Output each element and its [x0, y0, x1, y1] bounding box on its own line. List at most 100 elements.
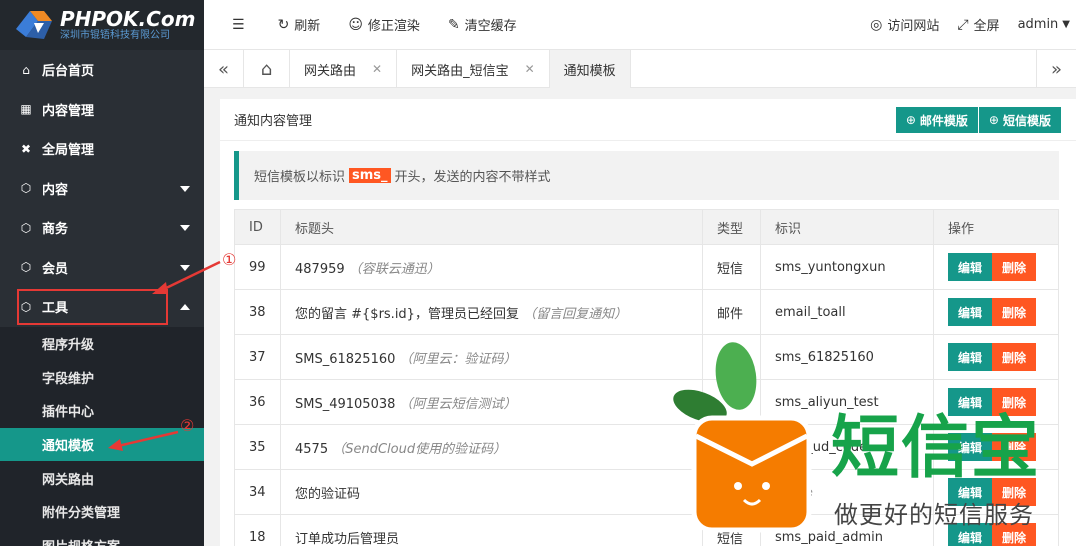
- title-note: （阿里云：验证码）: [399, 351, 517, 367]
- edit-button[interactable]: 编辑: [948, 388, 993, 416]
- delete-button[interactable]: 删除: [992, 388, 1037, 416]
- cell-id: 34: [234, 469, 281, 515]
- sidebar-item-business[interactable]: ⬡ 商务: [0, 208, 204, 248]
- sidebar-subitem-upgrade[interactable]: 程序升级: [0, 327, 204, 361]
- close-icon[interactable]: ✕: [372, 62, 382, 76]
- sidebar: PHPOK.Com 深圳市锟铻科技有限公司 ⌂ 后台首页 ▦ 内容管理 ✖ 全局…: [0, 0, 204, 546]
- title-note: （容联云通迅）: [348, 261, 440, 277]
- cell-type: 短信: [702, 514, 761, 546]
- refresh-icon: ↻: [277, 16, 290, 33]
- table-header-row: ID 标题头 类型 标识 操作: [234, 209, 1059, 245]
- logo-title: PHPOK.Com: [60, 6, 196, 31]
- cell-actions: 编辑 删除: [933, 469, 1059, 515]
- cell-type: [702, 469, 761, 515]
- grid-icon: ▦: [20, 102, 32, 117]
- tools-icon: ✖: [20, 141, 32, 156]
- sidebar-item-tools[interactable]: ⬡ 工具: [0, 287, 204, 327]
- info-tip: 短信模板以标识 sms_ 开头，发送的内容不带样式: [234, 151, 1059, 200]
- cell-key: _code: [760, 469, 934, 515]
- edit-button[interactable]: 编辑: [948, 433, 993, 461]
- edit-button[interactable]: 编辑: [948, 253, 993, 281]
- cell-title: 您的留言 #{$rs.id}，管理员已经回复 （留言回复通知）: [280, 289, 703, 335]
- sidebar-item-member[interactable]: ⬡ 会员: [0, 248, 204, 288]
- delete-button[interactable]: 删除: [992, 433, 1037, 461]
- delete-button[interactable]: 删除: [992, 478, 1037, 506]
- menu-toggle-button[interactable]: ☰: [232, 17, 250, 33]
- plus-circle-icon: ⊕: [988, 113, 999, 127]
- cell-title: 487959 （容联云通迅）: [280, 244, 703, 290]
- sidebar-subitem-notice-template[interactable]: 通知模板: [0, 427, 204, 462]
- tab-gateway[interactable]: 网关路由 ✕: [290, 50, 398, 88]
- sms-template-button[interactable]: ⊕ 短信模版: [978, 107, 1061, 133]
- title-note: （SendCloud使用的验证码）: [332, 441, 507, 457]
- delete-button[interactable]: 删除: [992, 298, 1037, 326]
- cell-id: 99: [234, 244, 281, 290]
- tab-bar: « ⌂ 网关路由 ✕ 网关路由_短信宝 ✕ 通知模板 »: [204, 50, 1076, 88]
- refresh-button[interactable]: ↻ 刷新: [277, 15, 321, 35]
- user-menu[interactable]: admin ▼: [1018, 17, 1070, 32]
- sidebar-item-label: 内容: [42, 182, 69, 198]
- logo[interactable]: PHPOK.Com 深圳市锟铻科技有限公司: [0, 0, 204, 50]
- username: admin: [1017, 17, 1059, 32]
- annotation-marker-2: ②: [180, 416, 195, 435]
- caret-down-icon: ▼: [1062, 19, 1070, 30]
- edit-button[interactable]: 编辑: [948, 478, 993, 506]
- double-chevron-left-icon: «: [217, 58, 229, 80]
- clear-cache-label: 清空缓存: [464, 19, 517, 34]
- delete-button[interactable]: 删除: [992, 253, 1037, 281]
- table-row: 35 4575 （SendCloud使用的验证码） send_ud_code 编辑 删除: [234, 424, 1059, 470]
- edit-button[interactable]: 编辑: [948, 298, 993, 326]
- smile-icon: ☺: [348, 16, 363, 33]
- sidebar-subitem-attachment[interactable]: 附件分类管理: [0, 495, 204, 529]
- visit-site-button[interactable]: ◎ 访问网站: [870, 15, 939, 35]
- phpok-logo-icon: [16, 11, 52, 39]
- sidebar-item-content[interactable]: ⬡ 内容: [0, 169, 204, 209]
- fix-render-label: 修正渲染: [367, 19, 420, 34]
- fix-render-button[interactable]: ☺ 修正渲染: [348, 15, 420, 35]
- email-template-button[interactable]: ⊕ 邮件模版: [895, 107, 978, 133]
- sidebar-item-label: 内容管理: [42, 103, 95, 119]
- cell-id: 38: [234, 289, 281, 335]
- column-header: 类型: [702, 209, 761, 245]
- plus-circle-icon: ⊕: [905, 113, 916, 127]
- cell-key: email_toall: [760, 289, 934, 335]
- sidebar-subitem-fields[interactable]: 字段维护: [0, 360, 204, 394]
- cell-type: [702, 334, 761, 380]
- cell-type: 邮件: [702, 289, 761, 335]
- sidebar-item-home[interactable]: ⌂ 后台首页: [0, 50, 204, 90]
- cell-actions: 编辑 删除: [933, 514, 1059, 546]
- cell-id: 18: [234, 514, 281, 546]
- topbar: ☰ ↻ 刷新 ☺ 修正渲染 ✎ 清空缓存 ◎ 访问网站 ⤢ 全屏 admin ▼: [204, 0, 1076, 50]
- sidebar-subitem-plugins[interactable]: 插件中心: [0, 394, 204, 428]
- tab-home[interactable]: ⌂: [244, 50, 290, 88]
- tab-gateway-smsbao[interactable]: 网关路由_短信宝 ✕: [397, 50, 550, 88]
- fullscreen-button[interactable]: ⤢ 全屏: [957, 15, 1000, 35]
- sidebar-item-label: 全局管理: [42, 143, 95, 159]
- cell-actions: 编辑 删除: [933, 289, 1059, 335]
- sidebar-item-content-manage[interactable]: ▦ 内容管理: [0, 90, 204, 130]
- tabs-next-button[interactable]: »: [1036, 50, 1076, 88]
- table-row: 36 SMS_49105038 （阿里云短信测试） sms_aliyun_test 编…: [234, 379, 1059, 425]
- close-icon[interactable]: ✕: [525, 62, 535, 76]
- sms-template-label: 短信模版: [1002, 113, 1051, 128]
- sidebar-subitem-image-spec[interactable]: 图片规格方案: [0, 529, 204, 546]
- delete-button[interactable]: 删除: [992, 343, 1037, 371]
- annotation-highlight-box: [17, 289, 168, 325]
- sidebar-item-global-manage[interactable]: ✖ 全局管理: [0, 129, 204, 169]
- fullscreen-label: 全屏: [973, 19, 1000, 34]
- sidebar-subitem-gateway[interactable]: 网关路由: [0, 461, 204, 495]
- cell-actions: 编辑 删除: [933, 334, 1059, 380]
- cube-icon: ⬡: [20, 181, 32, 196]
- clear-cache-button[interactable]: ✎ 清空缓存: [448, 15, 517, 35]
- column-header: 标题头: [280, 209, 703, 245]
- tab-notice-template[interactable]: 通知模板: [549, 50, 631, 88]
- title-text: SMS_49105038: [295, 396, 396, 412]
- delete-button[interactable]: 删除: [992, 523, 1037, 546]
- edit-button[interactable]: 编辑: [948, 523, 993, 546]
- logo-subtitle: 深圳市锟铻科技有限公司: [60, 29, 170, 41]
- title-note: （留言回复通知）: [523, 306, 628, 322]
- edit-button[interactable]: 编辑: [948, 343, 993, 371]
- title-text: 4575: [295, 441, 329, 457]
- cell-actions: 编辑 删除: [933, 379, 1059, 425]
- tabs-prev-button[interactable]: «: [204, 50, 244, 88]
